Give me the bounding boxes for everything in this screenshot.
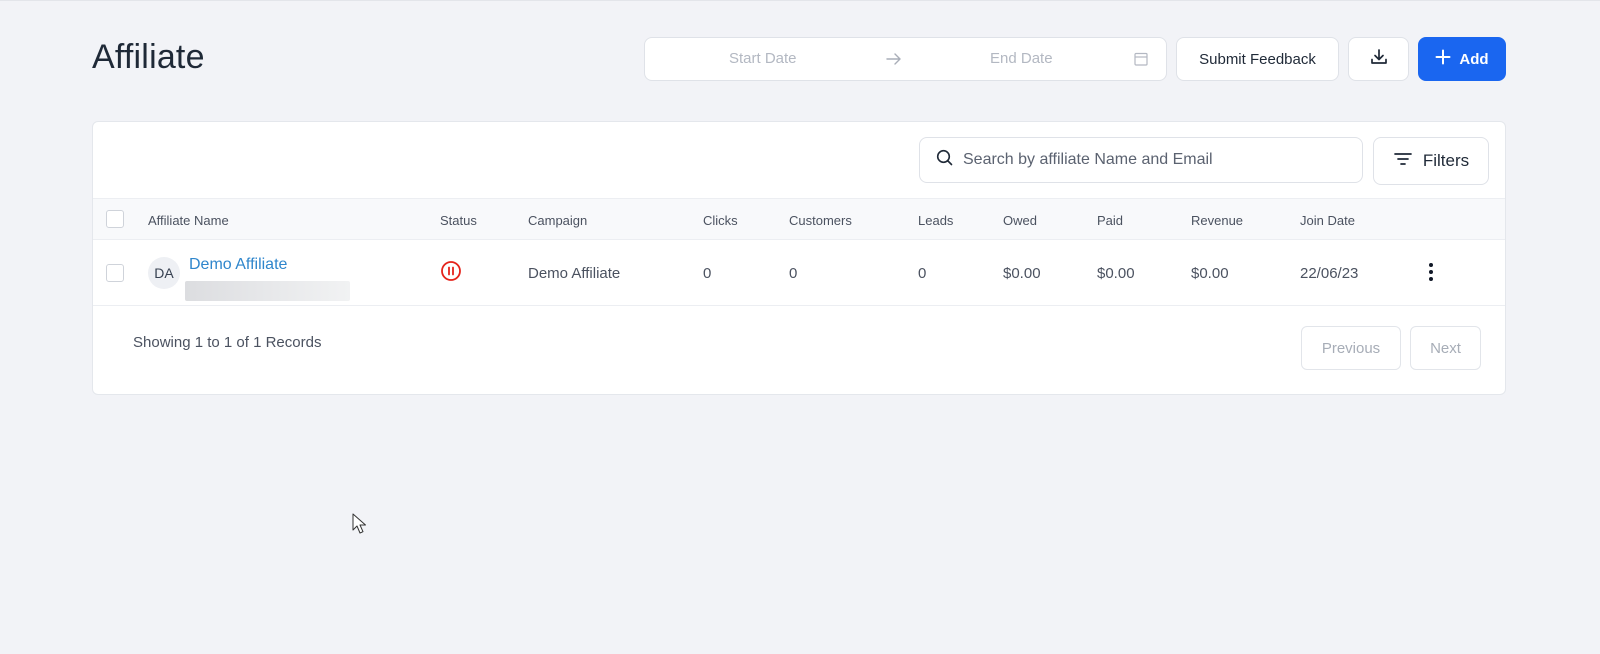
plus-icon bbox=[1435, 49, 1451, 69]
previous-page-button[interactable]: Previous bbox=[1301, 326, 1401, 370]
pagination-summary: Showing 1 to 1 of 1 Records bbox=[133, 334, 322, 351]
join-date-cell: 22/06/23 bbox=[1300, 265, 1359, 282]
table-row: DA Demo Affiliate Demo Affiliate 0 0 0 $… bbox=[93, 240, 1505, 306]
avatar: DA bbox=[148, 257, 180, 289]
select-all-checkbox[interactable] bbox=[106, 210, 124, 228]
date-range-picker[interactable]: Start Date End Date bbox=[644, 37, 1167, 81]
filters-label: Filters bbox=[1422, 151, 1470, 170]
column-header-join-date[interactable]: Join Date bbox=[1300, 213, 1355, 228]
pause-circle-icon[interactable] bbox=[440, 260, 462, 287]
revenue-cell: $0.00 bbox=[1191, 265, 1229, 282]
column-header-revenue[interactable]: Revenue bbox=[1191, 213, 1243, 228]
campaign-cell: Demo Affiliate bbox=[528, 265, 621, 282]
search-placeholder: Search by affiliate Name and Email bbox=[963, 151, 1213, 168]
clicks-cell: 0 bbox=[703, 265, 712, 282]
submit-feedback-button[interactable]: Submit Feedback bbox=[1176, 37, 1339, 81]
column-header-affiliate-name[interactable]: Affiliate Name bbox=[148, 213, 229, 228]
download-button[interactable] bbox=[1348, 37, 1409, 81]
add-label: Add bbox=[1459, 50, 1489, 68]
page-title: Affiliate bbox=[92, 38, 205, 76]
affiliate-name-link[interactable]: Demo Affiliate bbox=[189, 256, 287, 274]
row-checkbox[interactable] bbox=[106, 264, 124, 282]
download-icon bbox=[1369, 47, 1389, 71]
next-page-button[interactable]: Next bbox=[1410, 326, 1481, 370]
column-header-clicks[interactable]: Clicks bbox=[703, 213, 738, 228]
end-date-input[interactable]: End Date bbox=[990, 50, 1053, 67]
leads-cell: 0 bbox=[918, 265, 927, 282]
column-header-campaign[interactable]: Campaign bbox=[528, 213, 587, 228]
column-header-owed[interactable]: Owed bbox=[1003, 213, 1037, 228]
top-divider bbox=[0, 0, 1600, 1]
customers-cell: 0 bbox=[789, 265, 798, 282]
affiliate-email-redacted bbox=[185, 281, 350, 301]
affiliate-table-card: Search by affiliate Name and Email Filte… bbox=[92, 121, 1506, 395]
add-affiliate-button[interactable]: Add bbox=[1418, 37, 1506, 81]
start-date-input[interactable]: Start Date bbox=[729, 50, 797, 67]
submit-feedback-label: Submit Feedback bbox=[1199, 50, 1316, 68]
table-header: Affiliate Name Status Campaign Clicks Cu… bbox=[93, 198, 1505, 240]
paid-cell: $0.00 bbox=[1097, 265, 1135, 282]
search-input[interactable]: Search by affiliate Name and Email bbox=[919, 137, 1363, 183]
more-vertical-icon[interactable] bbox=[1428, 262, 1434, 287]
calendar-icon[interactable] bbox=[1133, 51, 1149, 72]
filter-icon bbox=[1393, 151, 1413, 172]
cursor-icon bbox=[352, 513, 366, 540]
column-header-customers[interactable]: Customers bbox=[789, 213, 852, 228]
owed-cell: $0.00 bbox=[1003, 265, 1041, 282]
search-icon bbox=[936, 149, 953, 171]
arrow-right-icon bbox=[885, 50, 903, 73]
column-header-status[interactable]: Status bbox=[440, 213, 477, 228]
column-header-paid[interactable]: Paid bbox=[1097, 213, 1123, 228]
filters-button[interactable]: Filters bbox=[1373, 137, 1489, 185]
column-header-leads[interactable]: Leads bbox=[918, 213, 953, 228]
